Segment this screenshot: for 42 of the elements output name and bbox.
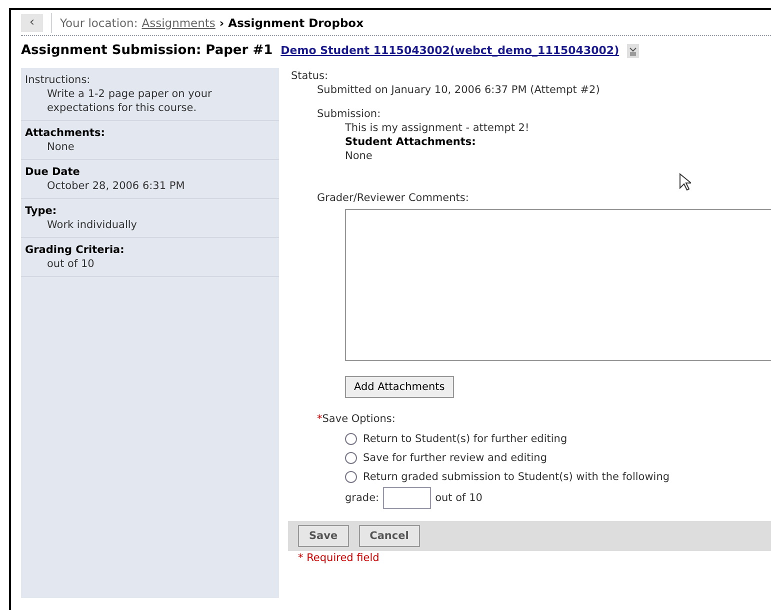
student-link[interactable]: Demo Student 1115043002(webct_demo_1115043002) bbox=[280, 44, 620, 58]
radio-button[interactable] bbox=[345, 432, 357, 444]
breadcrumb-separator: › bbox=[219, 16, 224, 30]
cursor-icon bbox=[678, 173, 691, 191]
option-label: Return to Student(s) for further editing bbox=[363, 432, 568, 446]
action-button[interactable]: Cancel bbox=[358, 525, 420, 547]
attachments-value: None bbox=[344, 149, 374, 163]
section-value: None bbox=[46, 140, 76, 154]
status-value: Submitted on January 10, 2006 6:37 PM (Attempt #2) bbox=[316, 83, 601, 97]
required-mark: * bbox=[317, 412, 322, 426]
location-label: Your location: bbox=[60, 16, 138, 30]
radio-button[interactable] bbox=[345, 470, 357, 482]
grade-label: grade: bbox=[345, 491, 380, 505]
option-label: Return graded submission to Student(s) with the following bbox=[363, 470, 670, 484]
breadcrumb-link[interactable]: Assignments bbox=[142, 16, 216, 30]
save-options-label: Save Options: bbox=[322, 412, 396, 426]
required-note: * Required field bbox=[297, 551, 380, 565]
comments-field[interactable] bbox=[345, 209, 771, 361]
grade-suffix: out of 10 bbox=[435, 491, 482, 505]
section-value: Work individually bbox=[46, 218, 138, 232]
option-label: Save for further review and editing bbox=[363, 450, 547, 464]
section-label: Instructions: bbox=[25, 73, 92, 87]
radio-button[interactable] bbox=[345, 452, 357, 464]
submission-label: Submission: bbox=[316, 107, 382, 121]
back-button[interactable]: ‹ bbox=[21, 14, 43, 32]
section-label: Grading Criteria: bbox=[25, 243, 126, 257]
action-button[interactable]: Save bbox=[298, 525, 349, 547]
add-attachments-button[interactable]: Add Attachments bbox=[345, 376, 454, 398]
submission-text: This is my assignment - attempt 2! bbox=[344, 121, 530, 135]
section-value: Write a 1-2 page paper on your expectations for this course. bbox=[46, 87, 213, 115]
status-label: Status: bbox=[291, 69, 329, 83]
section-label: Type: bbox=[25, 204, 58, 218]
section-value: October 28, 2006 6:31 PM bbox=[46, 179, 186, 193]
breadcrumb-current: Assignment Dropbox bbox=[228, 16, 364, 30]
menu-icon[interactable] bbox=[627, 44, 640, 58]
comments-label: Grader/Reviewer Comments: bbox=[316, 191, 469, 205]
grade-field[interactable] bbox=[383, 487, 432, 509]
section-label: Due Date bbox=[25, 165, 81, 179]
section-value: out of 10 bbox=[46, 257, 96, 271]
attachments-label: Student Attachments: bbox=[344, 135, 477, 149]
section-label: Attachments: bbox=[25, 126, 106, 140]
page-title: Assignment Submission: Paper #1 bbox=[21, 44, 273, 58]
